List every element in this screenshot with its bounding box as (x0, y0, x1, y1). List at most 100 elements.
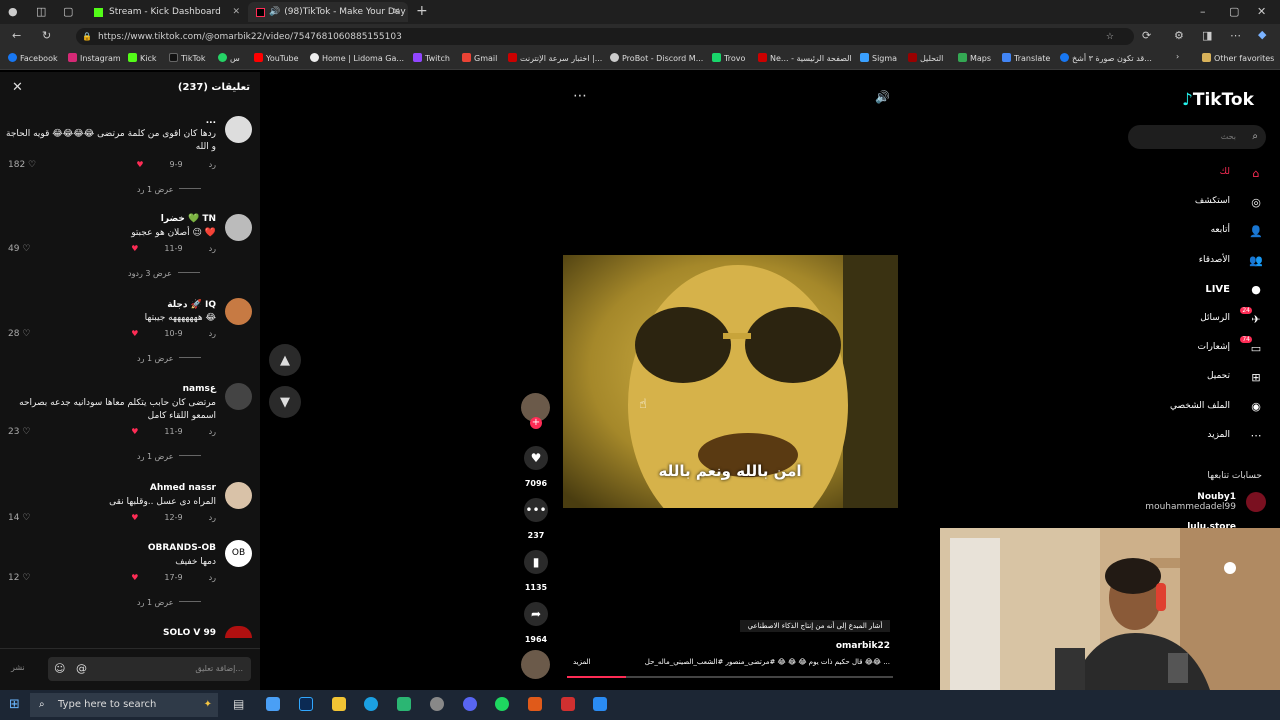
url-field[interactable]: 🔒 https://www.tiktok.com/@omarbik22/vide… (76, 28, 1134, 45)
progress-bar[interactable] (567, 676, 893, 678)
sidebar-item-following[interactable]: أتابعه (1211, 225, 1230, 235)
sidebar-item-live[interactable]: LIVE (1205, 284, 1230, 295)
like-count[interactable]: 49 ♡ (8, 244, 30, 254)
bookmark-probot[interactable]: ProBot - Discord M... (610, 53, 703, 63)
bookmark-maps[interactable]: Maps (958, 53, 991, 63)
photoshop-icon[interactable] (299, 697, 313, 711)
speaker-icon[interactable]: 🔊 (269, 7, 280, 17)
sidebar-item-compass[interactable]: استكشف (1195, 196, 1230, 206)
copilot-taskbar-icon[interactable] (266, 697, 280, 711)
stats-app-icon[interactable] (528, 697, 542, 711)
bookmark-lidoma[interactable]: Home | Lidoma Ga... (310, 53, 404, 63)
back-icon[interactable]: ← (12, 29, 21, 42)
compass-icon[interactable]: ◎ (1248, 194, 1264, 210)
next-video-button[interactable]: ▼ (269, 386, 301, 418)
following-account-nouby1[interactable]: Nouby1 mouhammedadel99 (1145, 492, 1236, 512)
bookmark-speedtest[interactable]: اختبار سرعة الإنترنت |... (508, 53, 602, 63)
volume-icon[interactable]: 🔊 (875, 90, 890, 104)
close-window-icon[interactable]: ✕ (1257, 5, 1266, 18)
sidebar-item-home[interactable]: لك (1220, 167, 1230, 177)
bookmark-facebook[interactable]: Facebook (8, 53, 58, 63)
profile-icon[interactable]: ◉ (1248, 399, 1264, 415)
other-favorites[interactable]: Other favorites (1202, 53, 1274, 63)
share-button[interactable]: ➦ (524, 602, 548, 626)
avatar[interactable] (225, 116, 252, 143)
search-icon[interactable]: ⌕ (1252, 125, 1258, 149)
extensions-icon[interactable]: ⚙ (1174, 29, 1184, 42)
profile-icon[interactable]: ● (8, 5, 18, 18)
bookmark-kick[interactable]: Kick (128, 53, 157, 63)
app-icon[interactable] (561, 697, 575, 711)
view-replies[interactable]: عرض 1 رد (137, 354, 201, 363)
split-screen-icon[interactable]: ◨ (1202, 29, 1212, 42)
windows-start-icon[interactable]: ⊞ (9, 697, 20, 712)
tiktok-logo[interactable]: ♪TikTok (1182, 90, 1254, 110)
bookmark-twitch[interactable]: Twitch (413, 53, 450, 63)
bookmark-home-ar[interactable]: Ne... - الصفحة الرئيسية (758, 53, 852, 63)
bookmark-translate[interactable]: Translate (1002, 53, 1050, 63)
refresh-page-icon[interactable]: ⟳ (1142, 29, 1151, 42)
bookmark-youtube[interactable]: YouTube (254, 53, 299, 63)
copilot-icon[interactable]: ◆ (1258, 28, 1266, 41)
reload-icon[interactable]: ↻ (42, 29, 51, 42)
more-icon[interactable]: ⋯ (1248, 428, 1264, 444)
discord-icon[interactable] (463, 697, 477, 711)
comment-button[interactable]: ••• (524, 498, 548, 522)
taskbar-search-input[interactable]: ⌕ Type here to search ✦ (30, 693, 218, 717)
tab-kick[interactable]: Stream - Kick Dashboard ✕ (86, 2, 246, 22)
bookmark-whatsapp[interactable]: س (218, 53, 240, 63)
favorite-star-icon[interactable]: ☆ (1106, 32, 1114, 42)
comment-author[interactable]: OBRANDS-OB (148, 543, 216, 553)
sidebar-item-upload[interactable]: تحميل (1207, 371, 1230, 381)
more-description-link[interactable]: المزيد (573, 658, 591, 666)
reply-button[interactable]: رد (209, 160, 216, 169)
video-author[interactable]: omarbik22 (800, 641, 890, 651)
avatar[interactable] (225, 214, 252, 241)
view-replies[interactable]: عرض 3 ردود (128, 269, 200, 278)
save-button[interactable]: ▮ (524, 550, 548, 574)
sidebar-item-more[interactable]: المزيد (1207, 430, 1230, 440)
store-icon[interactable] (397, 697, 411, 711)
sidebar-item-notifications[interactable]: إشعارات (1198, 342, 1230, 352)
avatar[interactable] (225, 383, 252, 410)
avatar[interactable] (225, 626, 252, 638)
tab-actions-icon[interactable]: ▢ (63, 5, 73, 18)
friends-icon[interactable]: 👥 (1248, 253, 1264, 269)
notifications-icon[interactable]: ▭ (1248, 340, 1264, 356)
bookmark-gmail[interactable]: Gmail (462, 53, 497, 63)
task-view-icon[interactable]: ▤ (233, 697, 244, 711)
more-options-icon[interactable]: ⋯ (573, 88, 587, 104)
view-replies[interactable]: عرض 1 رد (137, 452, 201, 461)
mention-icon[interactable]: @ (76, 657, 87, 681)
upload-icon[interactable]: ⊞ (1248, 369, 1264, 385)
bookmark-sigma[interactable]: Sigma (860, 53, 897, 63)
comment-author[interactable]: namsع (183, 384, 216, 394)
bookmark-analysis[interactable]: التحليل (908, 53, 943, 63)
file-explorer-icon[interactable] (332, 697, 346, 711)
comment-author[interactable]: SOLO V 99 (163, 628, 216, 638)
like-count[interactable]: 12 ♡ (8, 573, 30, 583)
view-replies[interactable]: عرض 1 رد (137, 598, 201, 607)
avatar[interactable] (225, 482, 252, 509)
maximize-icon[interactable]: ▢ (1229, 5, 1239, 18)
view-replies[interactable]: عرض 1 رد (137, 185, 201, 194)
like-button[interactable]: ♥ (524, 446, 548, 470)
workspaces-icon[interactable]: ◫ (36, 5, 46, 18)
comment-author[interactable]: خضرا 💚 TN (161, 214, 216, 224)
sidebar-item-profile[interactable]: الملف الشخصي (1170, 401, 1230, 411)
close-tab-icon[interactable]: ✕ (392, 7, 400, 17)
live-icon[interactable]: ● (1248, 282, 1264, 298)
search-input[interactable]: بحث ⌕ (1128, 125, 1266, 149)
sidebar-item-messages[interactable]: الرسائل (1200, 313, 1230, 323)
bookmark-tiktok[interactable]: TikTok (169, 53, 206, 63)
comment-author[interactable]: Ahmed nassr (150, 483, 216, 493)
new-tab-icon[interactable]: + (416, 3, 428, 19)
bookmark-instagram[interactable]: Instagram (68, 53, 121, 63)
comment-input[interactable]: إضافة تعليق... ☺ @ (48, 657, 251, 681)
like-count[interactable]: 28 ♡ (8, 329, 30, 339)
emoji-icon[interactable]: ☺ (54, 657, 65, 681)
sidebar-item-friends[interactable]: الأصدقاء (1199, 255, 1230, 265)
close-tab-icon[interactable]: ✕ (232, 7, 240, 17)
home-icon[interactable]: ⌂ (1248, 165, 1264, 181)
like-count[interactable]: 23 ♡ (8, 427, 30, 437)
